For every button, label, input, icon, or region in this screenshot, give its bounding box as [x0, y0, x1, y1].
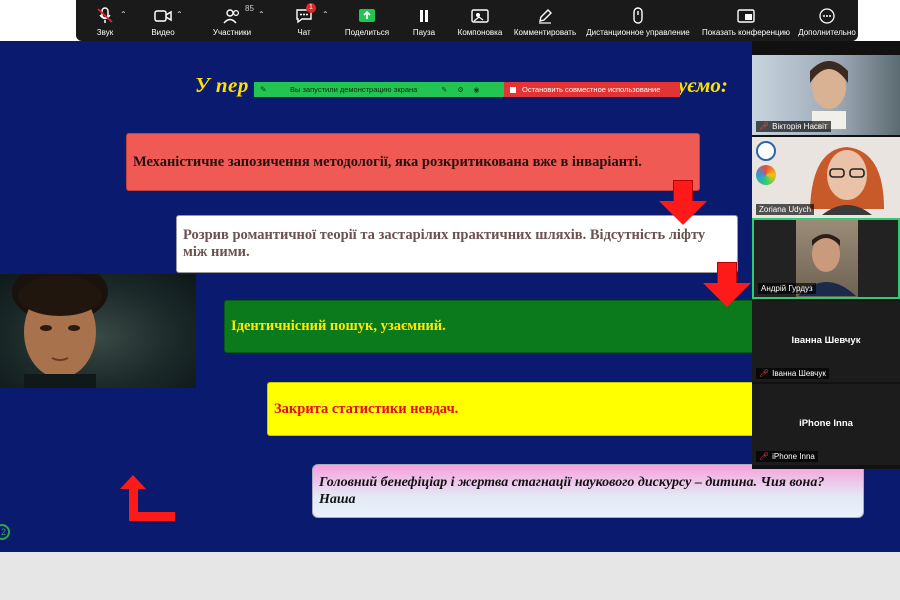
- chevron-down-icon[interactable]: ⌃: [176, 10, 183, 19]
- more-button[interactable]: Дополнительно: [796, 0, 858, 41]
- slide-number-badge: 2: [0, 524, 10, 540]
- stop-share-label: Остановить совместное использование: [522, 85, 661, 94]
- more-label: Дополнительно: [798, 28, 856, 37]
- video-button[interactable]: ⌃ Видео: [134, 0, 192, 41]
- stop-square-icon: [510, 86, 516, 93]
- share-button[interactable]: Поделиться: [336, 0, 398, 41]
- layout-button[interactable]: Компоновка: [450, 0, 510, 41]
- slide-title: У пер: [195, 73, 249, 97]
- share-status-banner: ✎ Вы запустили демонстрацию экрана ✎ ⚙ ◉: [254, 82, 504, 97]
- stop-share-button[interactable]: Остановить совместное использование: [504, 82, 680, 97]
- chat-button[interactable]: 1 ⌃ Чат: [272, 0, 336, 41]
- participant-face-icon: [810, 61, 848, 129]
- chevron-down-icon[interactable]: ⌃: [322, 10, 329, 19]
- red-corner-arrow-icon: [120, 475, 178, 521]
- pause-label: Пауза: [412, 28, 436, 37]
- microphone-muted-icon: [94, 7, 116, 25]
- participant-tile[interactable]: Іванна Шевчук 🎤︎ Іванна Шевчук: [752, 301, 900, 382]
- remote-control-label: Дистанционное управление: [586, 28, 690, 37]
- participant-tile[interactable]: iPhone Inna 🎤︎ iPhone Inna: [752, 384, 900, 465]
- participant-name-label: 🎤︎ Іванна Шевчук: [756, 368, 829, 379]
- video-label: Видео: [151, 28, 175, 37]
- red-arrow-down-icon: [703, 262, 751, 308]
- pause-icon: [413, 7, 435, 25]
- audio-button[interactable]: ⌃ Звук: [76, 0, 134, 41]
- show-meeting-button[interactable]: Показать конференцию: [696, 0, 796, 41]
- meeting-toolbar: ⌃ Звук ⌃ Видео 85 ⌃ Участники 1 ⌃ Чат По…: [76, 0, 858, 41]
- slide-title-end: уємо:: [678, 73, 728, 97]
- bottom-strip: [0, 552, 900, 600]
- mic-muted-icon: 🎤︎: [759, 452, 770, 461]
- pause-button[interactable]: Пауза: [398, 0, 450, 41]
- layout-icon: [469, 7, 491, 25]
- show-meeting-label: Показать конференцию: [701, 28, 791, 37]
- participant-display-name: iPhone Inna: [799, 418, 853, 429]
- participant-name-label: Zoriana Udych: [756, 204, 815, 215]
- more-icon: [816, 7, 838, 25]
- remote-control-button[interactable]: Дистанционное управление: [580, 0, 696, 41]
- annotate-pen-icon: [534, 7, 556, 25]
- annotate-label: Комментировать: [513, 28, 577, 37]
- slide-box-4: Закрита статистики невдач.: [267, 382, 757, 436]
- slide-box-5: Головний бенефіціар і жертва стагнації н…: [312, 464, 864, 518]
- participant-tile[interactable]: Zoriana Udych: [752, 137, 900, 218]
- participant-name-label: 🎤︎ iPhone Inna: [756, 451, 818, 462]
- slide-box-3: Ідентичнісний пошук, узаємний.: [224, 300, 754, 353]
- participant-name: iPhone Inna: [772, 452, 815, 461]
- mic-muted-icon: 🎤︎: [759, 122, 770, 131]
- share-status-text: Вы запустили демонстрацию экрана: [290, 85, 418, 94]
- participant-tile[interactable]: 🎤︎ Вікторія Насвіт: [752, 55, 900, 135]
- settings-icon[interactable]: ⚙: [457, 86, 465, 94]
- boy-portrait-image: [0, 274, 196, 388]
- sdg-logo-icon: [756, 165, 776, 185]
- chevron-down-icon[interactable]: ⌃: [258, 10, 265, 19]
- participant-name: Вікторія Насвіт: [772, 122, 828, 131]
- university-logo-icon: [756, 141, 776, 161]
- slide-box-1: Механістичне запозичення методології, як…: [126, 133, 700, 191]
- participants-button[interactable]: 85 ⌃ Участники: [192, 0, 272, 41]
- video-camera-icon: [152, 7, 174, 25]
- chevron-down-icon[interactable]: ⌃: [120, 10, 127, 19]
- participant-name: Іванна Шевчук: [772, 369, 826, 378]
- mic-icon[interactable]: ✎: [441, 86, 449, 94]
- share-screen-icon: [356, 7, 378, 25]
- shield-icon[interactable]: ◉: [473, 86, 481, 94]
- participant-name: Андрій Гурдуз: [761, 284, 813, 293]
- participant-name: Zoriana Udych: [759, 205, 812, 214]
- share-label: Поделиться: [344, 28, 390, 37]
- slide-box-2: Розрив романтичної теорії та застарілих …: [176, 215, 738, 273]
- chat-unread-badge: 1: [306, 3, 316, 13]
- layout-label: Компоновка: [457, 28, 503, 37]
- annotate-button[interactable]: Комментировать: [510, 0, 580, 41]
- participant-display-name: Іванна Шевчук: [791, 335, 861, 346]
- participant-name-label: Андрій Гурдуз: [758, 283, 816, 294]
- participant-tile-active-speaker[interactable]: Андрій Гурдуз: [752, 218, 900, 299]
- participant-name-label: 🎤︎ Вікторія Насвіт: [756, 121, 831, 132]
- show-meeting-icon: [735, 7, 757, 25]
- participants-icon: [221, 7, 243, 25]
- participants-label: Участники: [212, 28, 252, 37]
- mic-icon: ✎: [260, 84, 267, 94]
- participant-count: 85: [245, 4, 254, 13]
- remote-control-icon: [627, 7, 649, 25]
- mic-muted-icon: 🎤︎: [759, 369, 770, 378]
- audio-label: Звук: [96, 28, 114, 37]
- red-arrow-down-icon: [659, 180, 707, 226]
- chat-label: Чат: [297, 28, 311, 37]
